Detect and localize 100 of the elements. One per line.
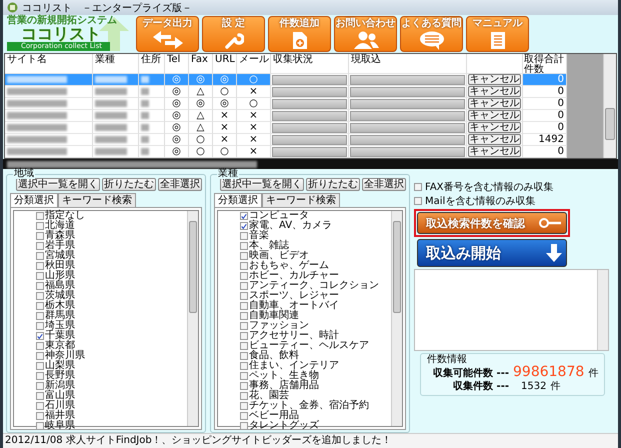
tab[interactable]: キーワード検索 <box>58 193 136 207</box>
checkbox[interactable] <box>240 262 248 270</box>
tab[interactable]: 分類選択 <box>10 193 58 207</box>
tree-item[interactable]: ペット、生き物 <box>249 371 319 381</box>
checkbox[interactable] <box>36 332 44 340</box>
checkbox[interactable] <box>240 222 248 230</box>
panel-button[interactable]: 選択中一覧を開く <box>16 178 100 191</box>
column-header[interactable]: 現取込 <box>349 54 467 74</box>
tree-item[interactable]: 映画、ビデオ <box>249 251 309 261</box>
column-header[interactable]: メール <box>237 54 271 74</box>
column-header[interactable]: Fax <box>189 54 213 74</box>
checkbox[interactable] <box>414 197 422 205</box>
checkbox[interactable] <box>36 272 44 280</box>
checkbox[interactable] <box>36 412 44 420</box>
tree-item[interactable]: 埼玉県 <box>45 321 75 331</box>
checkbox[interactable] <box>240 212 248 220</box>
tree-item[interactable]: おもちゃ、ゲーム <box>249 261 329 271</box>
checkbox[interactable] <box>240 352 248 360</box>
checkbox[interactable] <box>240 382 248 390</box>
checkbox[interactable] <box>240 392 248 400</box>
tab[interactable]: キーワード検索 <box>262 193 340 207</box>
cancel-button[interactable]: キャンセル <box>468 74 521 85</box>
tree-item[interactable]: アンティーク、コレクション <box>249 281 379 291</box>
column-header[interactable]: URL <box>213 54 237 74</box>
tree-item[interactable]: 北海道 <box>45 221 75 231</box>
column-header[interactable]: 住所 <box>139 54 165 74</box>
tree-item[interactable]: 本、雑誌 <box>249 241 289 251</box>
tree-item[interactable]: 茨城県 <box>45 291 75 301</box>
tree-item[interactable]: 福島県 <box>45 281 75 291</box>
tree-item[interactable]: 青森県 <box>45 231 75 241</box>
checkbox[interactable] <box>240 342 248 350</box>
tree-item[interactable]: タレントグッズ <box>249 421 319 431</box>
scrollbar[interactable] <box>187 211 198 426</box>
checkbox[interactable] <box>240 242 248 250</box>
table-row[interactable]: ◎ ◎ ◎ ○ キャンセル 0 <box>5 98 603 110</box>
checkbox[interactable] <box>36 312 44 320</box>
checkbox[interactable] <box>36 422 44 430</box>
checkbox[interactable] <box>36 322 44 330</box>
tree-item[interactable]: ベビー用品 <box>249 411 299 421</box>
cancel-button[interactable]: キャンセル <box>468 122 521 133</box>
tree-item[interactable]: 自動車、オートバイ <box>249 301 339 311</box>
tree-item[interactable]: 新潟県 <box>45 381 75 391</box>
table-row[interactable]: ◎ ○ ○ × キャンセル 0 <box>5 146 603 158</box>
table-row[interactable]: ◎ ○ × × キャンセル 1492 <box>5 134 603 146</box>
checkbox[interactable] <box>36 222 44 230</box>
checkbox[interactable] <box>240 332 248 340</box>
cancel-button[interactable]: キャンセル <box>468 98 521 109</box>
checkbox[interactable] <box>240 282 248 290</box>
checkbox[interactable] <box>240 372 248 380</box>
checkbox[interactable] <box>36 382 44 390</box>
checkbox[interactable] <box>36 402 44 410</box>
tree-item[interactable]: 千葉県 <box>45 331 75 341</box>
tree-item[interactable]: 宮城県 <box>45 251 75 261</box>
cancel-button[interactable]: キャンセル <box>468 110 521 121</box>
tree-item[interactable]: 秋田県 <box>45 261 75 271</box>
column-header[interactable]: サイト名 <box>5 54 93 74</box>
tree-item[interactable]: スポーツ、レジャー <box>249 291 339 301</box>
panel-button[interactable]: 折りたたむ <box>306 178 360 191</box>
checkbox[interactable] <box>36 242 44 250</box>
table-row[interactable]: ◎ ◎ ◎ ○ キャンセル 0 <box>5 74 603 86</box>
checkbox[interactable] <box>240 312 248 320</box>
checkbox[interactable] <box>240 292 248 300</box>
tree-item[interactable]: 音楽 <box>249 231 269 241</box>
checkbox[interactable] <box>414 183 422 191</box>
log-box[interactable] <box>414 269 610 351</box>
tree-item[interactable]: 石川県 <box>45 401 75 411</box>
tree-item[interactable]: 家電、AV、カメラ <box>249 221 332 231</box>
scrollbar[interactable] <box>391 211 402 426</box>
panel-button[interactable]: 全非選択 <box>158 178 202 191</box>
checkbox[interactable] <box>240 322 248 330</box>
tree-item[interactable]: 東京都 <box>45 341 75 351</box>
panel-button[interactable]: 選択中一覧を開く <box>220 178 304 191</box>
checkbox[interactable] <box>36 302 44 310</box>
checkbox[interactable] <box>240 232 248 240</box>
tree-item[interactable]: 住まい、インテリア <box>249 361 339 371</box>
scrollbar[interactable] <box>603 54 616 158</box>
tree-item[interactable]: 山梨県 <box>45 361 75 371</box>
checkbox[interactable] <box>36 352 44 360</box>
tree-item[interactable]: 長野県 <box>45 371 75 381</box>
cancel-button[interactable]: キャンセル <box>468 86 521 97</box>
tree-item[interactable]: ホビー、カルチャー <box>249 271 339 281</box>
checkbox[interactable] <box>36 282 44 290</box>
checkbox[interactable] <box>240 272 248 280</box>
tree-item[interactable]: 栃木県 <box>45 301 75 311</box>
checkbox[interactable] <box>36 372 44 380</box>
column-header[interactable]: Tel <box>165 54 189 74</box>
start-button[interactable]: 取込み開始 <box>417 239 567 267</box>
checkbox[interactable] <box>36 292 44 300</box>
tree-item[interactable]: 群馬県 <box>45 311 75 321</box>
tree-item[interactable]: 自動車関連 <box>249 311 299 321</box>
table-row[interactable]: ◎ △ × × キャンセル 0 <box>5 110 603 122</box>
tree-item[interactable]: 富山県 <box>45 391 75 401</box>
column-header[interactable]: 収集状況 <box>271 54 349 74</box>
column-header[interactable]: 業種 <box>93 54 139 74</box>
checkbox[interactable] <box>36 392 44 400</box>
cancel-button[interactable]: キャンセル <box>468 146 521 157</box>
checkbox[interactable] <box>36 362 44 370</box>
tree-item[interactable]: ファッション <box>249 321 309 331</box>
checkbox-label[interactable]: Mailを含む情報のみ収集 <box>425 194 536 208</box>
tree-item[interactable]: アクセサリー、時計 <box>249 331 339 341</box>
